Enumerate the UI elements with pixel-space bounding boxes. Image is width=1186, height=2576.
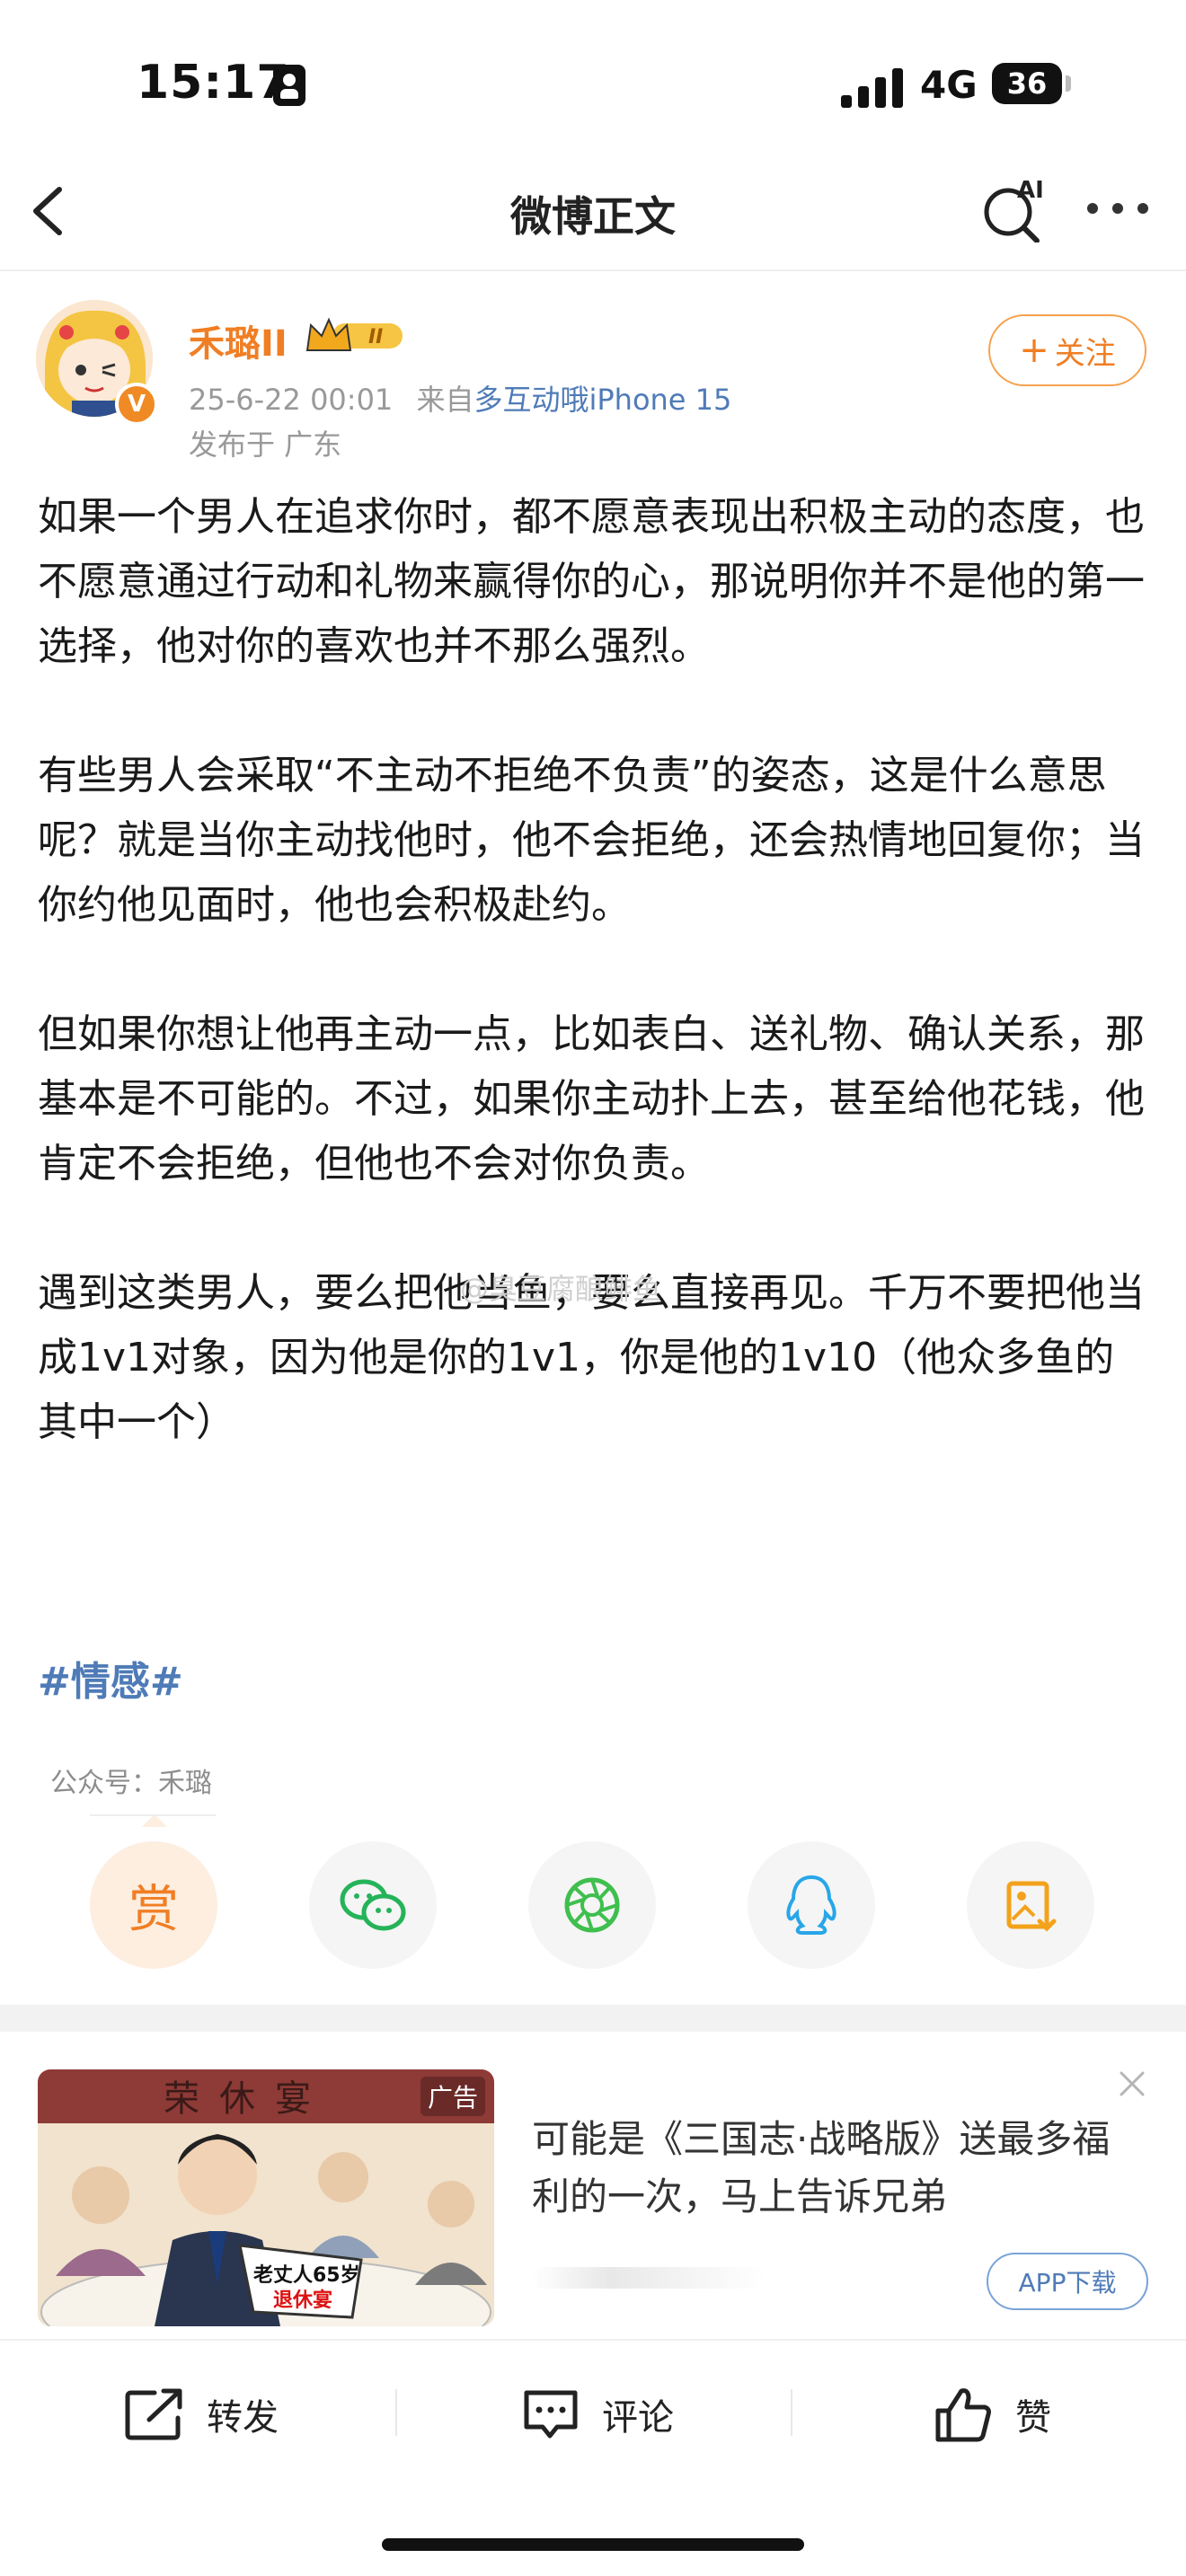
wechat-icon (340, 1879, 406, 1931)
svg-text:AI: AI (1017, 177, 1044, 204)
app-download-button[interactable]: APP下载 (987, 2253, 1148, 2310)
repost-label: 转发 (207, 2397, 279, 2439)
comment-button[interactable]: 评论 (521, 2378, 674, 2450)
source-prefix: 来自 (416, 383, 474, 417)
verified-badge: V (115, 383, 158, 426)
tooltip-pointer (142, 1814, 167, 1827)
ad-text[interactable]: 可能是《三国志·战略版》送最多福利的一次，马上告诉兄弟 (532, 2111, 1143, 2226)
signal-icon (841, 66, 904, 108)
weibo-watermark: @臭豆腐酿鲱鱼 (460, 1272, 662, 1306)
divider (791, 2389, 792, 2436)
post-location: 发布于 广东 (189, 428, 342, 462)
hashtag-link[interactable]: #情感# (38, 1649, 183, 1707)
battery-icon: 36 (992, 63, 1062, 104)
lock-icon (273, 65, 305, 106)
svg-text:老丈人65岁: 老丈人65岁 (252, 2263, 360, 2287)
network-label: 4G (920, 63, 978, 107)
comment-label: 评论 (602, 2397, 674, 2439)
home-indicator (382, 2538, 804, 2551)
share-wechat-button[interactable] (309, 1841, 437, 1969)
svg-text:II: II (368, 326, 383, 348)
moments-icon (564, 1877, 620, 1933)
like-label: 赞 (1015, 2397, 1051, 2439)
public-account-label: 公众号：禾璐 (50, 1768, 212, 1799)
repost-icon (125, 2388, 182, 2440)
section-separator (0, 2005, 1186, 2032)
divider (0, 2339, 1186, 2341)
dot (1087, 203, 1098, 214)
follow-label: 关注 (1054, 335, 1116, 372)
reward-button[interactable]: 赏 (90, 1841, 217, 1969)
follow-button[interactable]: + 关注 (988, 314, 1146, 386)
battery-tip (1066, 75, 1071, 92)
ad-close-button[interactable] (1114, 2066, 1150, 2102)
member-level-badge[interactable]: II (305, 314, 406, 356)
post-source[interactable]: 多互动哦iPhone 15 (474, 383, 731, 417)
post-meta: 25-6-22 00:01 来自多互动哦iPhone 15 (189, 377, 731, 419)
svg-text:退休宴: 退休宴 (273, 2289, 332, 2312)
status-time: 15:17 (137, 56, 290, 110)
more-button[interactable] (1087, 203, 1150, 216)
like-button[interactable]: 赞 (934, 2378, 1051, 2450)
author-name[interactable]: 禾璐II (189, 314, 288, 366)
dot (1137, 203, 1148, 214)
svg-text:荣休宴: 荣休宴 (164, 2078, 331, 2120)
post-content: 如果一个男人在追求你时，都不愿意表现出积极主动的态度，也不愿意通过行动和礼物来赢… (38, 485, 1152, 1455)
share-moments-button[interactable] (528, 1841, 656, 1969)
save-image-icon (1006, 1881, 1057, 1932)
ai-search-button[interactable]: AI (981, 176, 1048, 243)
comment-icon (524, 2390, 578, 2439)
save-image-button[interactable] (967, 1841, 1094, 1969)
qq-icon (786, 1875, 836, 1935)
post-paragraph: 如果一个男人在追求你时，都不愿意表现出积极主动的态度，也不愿意通过行动和礼物来赢… (38, 494, 1145, 669)
share-qq-button[interactable] (748, 1841, 875, 1969)
close-icon (1120, 2071, 1145, 2096)
ad-tag: 广告 (420, 2077, 486, 2116)
repost-button[interactable]: 转发 (124, 2378, 279, 2450)
crown-icon: II (305, 317, 403, 351)
post-paragraph: 但如果你想让他再主动一点，比如表白、送礼物、确认关系，那基本是不可能的。不过，如… (38, 1011, 1145, 1187)
ai-search-icon: AI (984, 177, 1044, 243)
ad-placeholder-bar (532, 2267, 766, 2289)
post-paragraph: 有些男人会采取“不主动不拒绝不负责”的姿态，这是什么意思呢？就是当你主动找他时，… (38, 753, 1145, 928)
plus-icon: + (1019, 330, 1049, 371)
post-time: 25-6-22 00:01 (189, 383, 394, 417)
thumbs-up-icon (935, 2388, 991, 2442)
reward-label: 赏 (128, 1880, 179, 1939)
divider (395, 2389, 397, 2436)
nav-divider (0, 269, 1186, 271)
dot (1112, 203, 1123, 214)
